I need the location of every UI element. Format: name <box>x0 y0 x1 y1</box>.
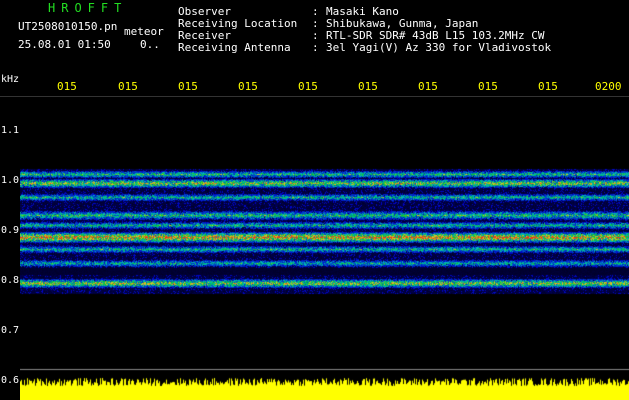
x-tick-4: 015 <box>238 80 258 93</box>
x-tick-8: 015 <box>478 80 498 93</box>
brand-title: HROFFT <box>48 1 128 15</box>
antenna-label: Receiving Antenna <box>178 41 291 54</box>
y-tick-2: 1.0 <box>1 175 20 186</box>
x-tick-7: 015 <box>418 80 438 93</box>
filename-label: UT2508010150.pn <box>18 20 118 33</box>
y-tick-1: 1.1 <box>1 125 20 136</box>
antenna-value: 3el Yagi(V) Az 330 for Vladivostok <box>326 41 552 54</box>
mode-label: meteor <box>124 25 164 38</box>
hrofft-window: HROFFT UT2508010150.pn meteor 25.08.01 0… <box>0 0 629 400</box>
x-tick-2: 015 <box>118 80 138 93</box>
page-indicator: 0.. <box>140 38 160 51</box>
x-tick-9: 015 <box>538 80 558 93</box>
antenna-colon: : <box>312 41 319 54</box>
x-tick-3: 015 <box>178 80 198 93</box>
y-tick-6: 0.6 <box>1 375 20 386</box>
x-tick-1: 015 <box>57 80 77 93</box>
y-tick-4: 0.8 <box>1 275 20 286</box>
x-tick-6: 015 <box>358 80 378 93</box>
spectrogram-canvas <box>20 97 629 400</box>
y-tick-3: 0.9 <box>1 225 20 236</box>
y-unit-label: kHz <box>1 74 20 85</box>
y-tick-5: 0.7 <box>1 325 20 336</box>
x-tick-5: 015 <box>298 80 318 93</box>
datetime-label: 25.08.01 01:50 <box>18 38 111 51</box>
x-tick-10: 0200 <box>595 80 622 93</box>
